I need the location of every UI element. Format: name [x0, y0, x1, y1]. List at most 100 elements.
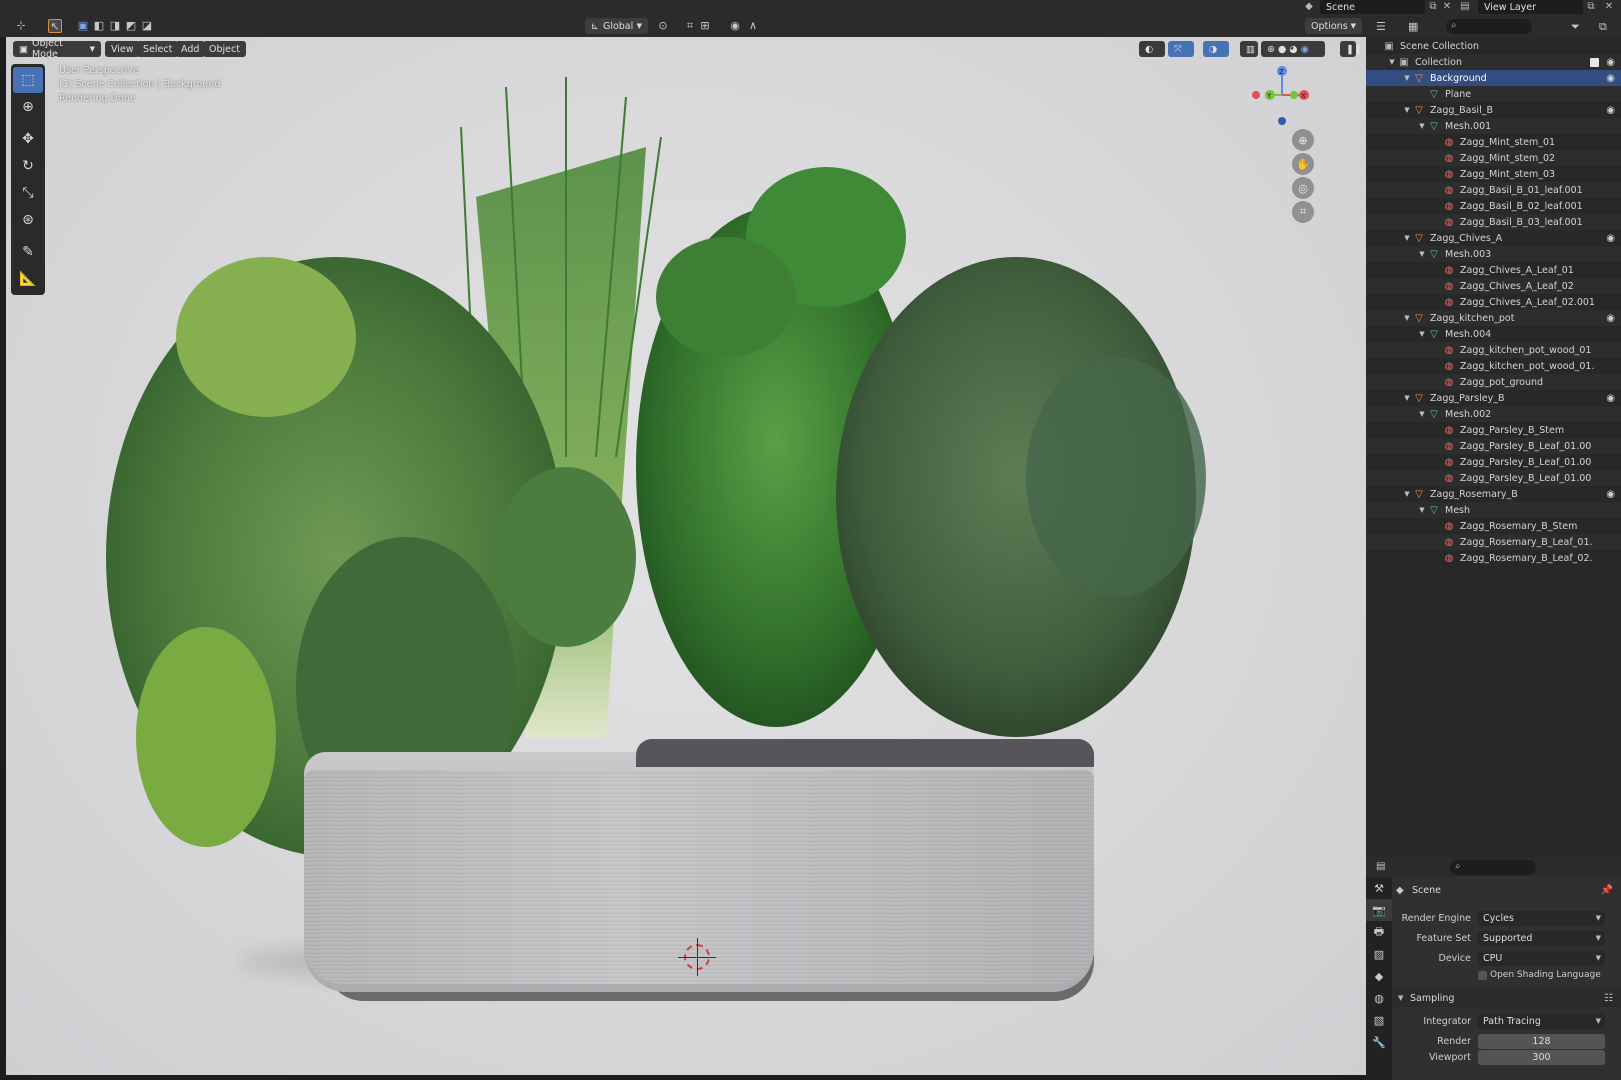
outliner-row[interactable]: ◍ Zagg_Basil_B_01_leaf.001 [1366, 182, 1621, 198]
outliner-row[interactable]: ▼ ▽ Zagg_kitchen_pot ◉ [1366, 310, 1621, 326]
new-collection-icon[interactable]: ⧉ [1599, 20, 1607, 34]
expand-arrow-icon[interactable]: ▼ [1402, 74, 1412, 82]
outliner-row[interactable]: ◍ Zagg_Rosemary_B_Stem [1366, 518, 1621, 534]
outliner-row[interactable]: ◍ Zagg_Basil_B_03_leaf.001 [1366, 214, 1621, 230]
snap-target-icon[interactable]: ⊞ [698, 19, 712, 33]
outliner-row[interactable]: ◍ Zagg_Parsley_B_Leaf_01.00 [1366, 454, 1621, 470]
outliner-row[interactable]: ▼ ▽ Mesh.002 [1366, 406, 1621, 422]
expand-arrow-icon[interactable]: ▼ [1417, 122, 1427, 130]
view-layer-selector[interactable]: View Layer [1478, 0, 1583, 14]
visibility-eye-icon[interactable]: ◉ [1606, 313, 1615, 324]
editor-type-icon[interactable]: ⊹ [14, 19, 28, 33]
sampling-panel-header[interactable]: ▼ Sampling ☷ [1392, 989, 1621, 1007]
navigation-gizmo[interactable]: Z Y X [1244, 65, 1314, 125]
expand-arrow-icon[interactable]: ▼ [1417, 250, 1427, 258]
material-shading-icon[interactable]: ◕ [1289, 44, 1297, 55]
zoom-icon[interactable]: ⊕ [1292, 129, 1314, 151]
outliner-row[interactable]: ▼ ▽ Mesh.004 [1366, 326, 1621, 342]
visibility-eye-icon[interactable]: ◉ [1606, 393, 1615, 404]
proportional-edit-icon[interactable]: ◉ [728, 19, 742, 33]
rotate-tool-icon[interactable]: ↻ [13, 153, 43, 179]
expand-arrow-icon[interactable]: ▼ [1417, 506, 1427, 514]
falloff-icon[interactable]: ∧ [746, 19, 760, 33]
3d-viewport[interactable]: User Perspective (1) Scene Collection | … [6, 37, 1366, 1075]
outliner-row[interactable]: ◍ Zagg_Chives_A_Leaf_01 [1366, 262, 1621, 278]
mode-extend-icon[interactable]: ◧ [92, 19, 106, 33]
visibility-eye-icon[interactable]: ◉ [1606, 57, 1615, 68]
view-layer-icon[interactable]: ▤ [1459, 1, 1471, 13]
new-view-layer-icon[interactable]: ⧉ [1585, 1, 1597, 13]
outliner-row[interactable]: ◍ Zagg_Parsley_B_Leaf_01.00 [1366, 438, 1621, 454]
properties-editor-type-icon[interactable]: ▤ [1376, 861, 1385, 872]
outliner-row[interactable]: ▼ ▽ Mesh.003 [1366, 246, 1621, 262]
new-scene-icon[interactable]: ⧉ [1427, 1, 1439, 13]
scene-icon[interactable]: ◆ [1303, 1, 1315, 13]
add-menu[interactable]: Add [175, 41, 206, 57]
outliner-search-input[interactable]: ⌕ [1446, 19, 1532, 34]
xray-icon[interactable]: ▥ [1240, 41, 1258, 57]
outliner-row[interactable]: ▼ ▽ Zagg_Parsley_B ◉ [1366, 390, 1621, 406]
rendered-shading-icon[interactable]: ◉ [1301, 44, 1309, 55]
pin-icon[interactable]: 📌 [1601, 885, 1613, 896]
outliner-row[interactable]: ▼ ▽ Mesh [1366, 502, 1621, 518]
outliner-row[interactable]: ◍ Zagg_kitchen_pot_wood_01. [1366, 358, 1621, 374]
cursor-tool-icon[interactable]: ⊕ [13, 94, 43, 120]
wireframe-shading-icon[interactable]: ⊕ [1267, 44, 1275, 55]
expand-arrow-icon[interactable]: ▼ [1417, 410, 1427, 418]
outliner-row[interactable]: ▼ ▣ Collection ◉ [1366, 54, 1621, 70]
transform-tool-icon[interactable]: ⊛ [13, 207, 43, 233]
visibility-eye-icon[interactable]: ◉ [1606, 489, 1615, 500]
outliner-row[interactable]: ◍ Zagg_Rosemary_B_Leaf_02. [1366, 550, 1621, 566]
outliner-row[interactable]: ▽ Plane [1366, 86, 1621, 102]
mode-intersect-icon[interactable]: ◪ [140, 19, 154, 33]
expand-arrow-icon[interactable]: ▼ [1402, 314, 1412, 322]
expand-arrow-icon[interactable]: ▼ [1402, 394, 1412, 402]
overlay-toggle-icon[interactable]: ◑ [1203, 41, 1229, 57]
visibility-icon[interactable]: ◐ [1139, 41, 1165, 57]
select-menu[interactable]: Select [137, 41, 179, 57]
mode-new-icon[interactable]: ▣ [76, 19, 90, 33]
mode-invert-icon[interactable]: ◩ [124, 19, 138, 33]
pan-hand-icon[interactable]: ✋ [1292, 153, 1314, 175]
solid-shading-icon[interactable]: ● [1278, 44, 1286, 55]
outliner-row[interactable]: ◍ Zagg_Parsley_B_Leaf_01.00 [1366, 470, 1621, 486]
outliner-row[interactable]: ▼ ▽ Zagg_Rosemary_B ◉ [1366, 486, 1621, 502]
outliner-row[interactable]: ◍ Zagg_Mint_stem_03 [1366, 166, 1621, 182]
shading-mode-icons[interactable]: ⊕ ● ◕ ◉ [1261, 41, 1325, 57]
device-dropdown[interactable]: CPU ▼ [1478, 950, 1605, 966]
visibility-eye-icon[interactable]: ◉ [1606, 233, 1615, 244]
display-mode-icon[interactable]: ▦ [1408, 20, 1418, 33]
perspective-toggle-icon[interactable]: ⌗ [1292, 201, 1314, 223]
scene-selector[interactable]: Scene [1320, 0, 1425, 14]
scale-tool-icon[interactable]: ⤡ [13, 180, 43, 206]
osl-checkbox[interactable] [1478, 970, 1487, 980]
render-tab-icon[interactable]: 📷 [1366, 899, 1392, 921]
annotate-tool-icon[interactable]: ✎ [13, 239, 43, 265]
tool-tab-icon[interactable]: ⚒ [1366, 877, 1392, 899]
scene-tab-icon[interactable]: ◆ [1366, 965, 1392, 987]
outliner-row[interactable]: ◍ Zagg_Basil_B_02_leaf.001 [1366, 198, 1621, 214]
outliner-row[interactable]: ◍ Zagg_kitchen_pot_wood_01 [1366, 342, 1621, 358]
outliner-row[interactable]: ▼ ▽ Zagg_Basil_B ◉ [1366, 102, 1621, 118]
camera-view-icon[interactable]: ◎ [1292, 177, 1314, 199]
exclude-checkbox[interactable] [1590, 57, 1599, 67]
select-box-icon[interactable]: ↖ [48, 19, 62, 33]
outliner-row[interactable]: ▼ ▽ Background ◉ [1366, 70, 1621, 86]
outliner-row[interactable]: ◍ Zagg_Mint_stem_02 [1366, 150, 1621, 166]
outliner-row[interactable]: ◍ Zagg_Rosemary_B_Leaf_01. [1366, 534, 1621, 550]
3d-cursor[interactable] [678, 938, 716, 976]
outliner-row[interactable]: ▣ Scene Collection [1366, 38, 1621, 54]
object-mode-dropdown[interactable]: ▣ Object Mode ▼ [13, 38, 101, 60]
gizmo-toggle-icon[interactable]: ⤧ [1168, 41, 1194, 57]
outliner-row[interactable]: ◍ Zagg_Chives_A_Leaf_02.001 [1366, 294, 1621, 310]
outliner-row[interactable]: ◍ Zagg_Chives_A_Leaf_02 [1366, 278, 1621, 294]
object-menu[interactable]: Object [203, 41, 246, 57]
outliner-row[interactable]: ▼ ▽ Mesh.001 [1366, 118, 1621, 134]
pause-render-icon[interactable]: ❚❚ [1340, 41, 1362, 57]
outliner-row[interactable]: ◍ Zagg_Parsley_B_Stem [1366, 422, 1621, 438]
properties-search-input[interactable]: ⌕ [1450, 860, 1536, 875]
snap-icon[interactable]: ⌗ [683, 19, 697, 33]
outliner-row[interactable]: ▼ ▽ Zagg_Chives_A ◉ [1366, 230, 1621, 246]
expand-arrow-icon[interactable]: ▼ [1402, 234, 1412, 242]
mode-subtract-icon[interactable]: ◨ [108, 19, 122, 33]
